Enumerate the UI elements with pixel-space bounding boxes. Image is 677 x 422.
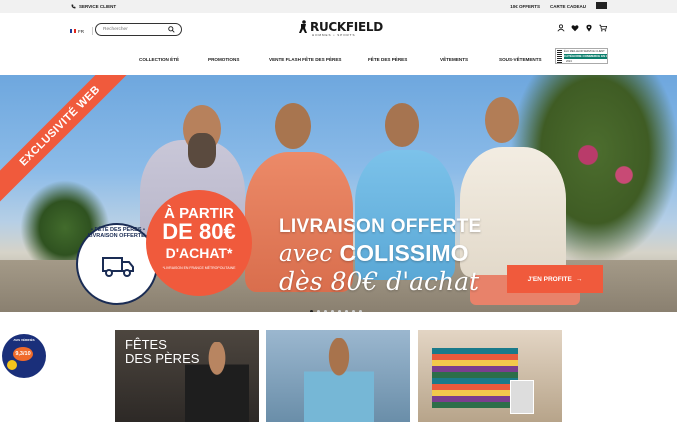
hero-headline-2a: avec [279,241,340,267]
card-1-title: FÊTES DES PÈRES [125,338,199,366]
carousel-dots [310,310,362,312]
card-1-title-line-2: DES PÈRES [125,351,200,366]
offers-link[interactable]: 10€ OFFERTS [510,4,540,9]
logo-wordmark: RUCKFIELD [310,20,383,34]
category-card-fathers-day[interactable]: FÊTES DES PÈRES [115,330,259,422]
badge-line-2: CATÉGORIE COMMERCE EN LIGNE [564,54,607,59]
offer-footnote: *LIVRAISON EN FRANCE MÉTROPOLITAINE [162,266,236,270]
hero-headline-1: LIVRAISON OFFERTE [279,216,482,237]
person-3-head [385,103,419,147]
trust-score: 9,3/10 [13,347,33,361]
carousel-dot[interactable] [345,310,348,312]
badge-line-3: 2024 [566,60,572,63]
carousel-dot[interactable] [310,310,313,312]
rugby-player-logo-icon [299,20,307,33]
nav-item-underwear[interactable]: SOUS-VÊTEMENTS [499,57,542,62]
france-flag-icon [70,29,76,33]
delivery-truck-icon [102,257,134,277]
divider [92,27,93,35]
stamp-ring-text: • FÊTE DES PÈRES • LIVRAISON OFFERTE • [87,227,149,239]
carousel-dot[interactable] [331,310,334,312]
top-bar: SERVICE CLIENT 10€ OFFERTS CARTE CADEAU [0,0,677,13]
best-service-badge: ÉLU MEILLEUR SERVICE CLIENT CATÉGORIE CO… [555,48,608,64]
hero-headline-3: dès 80€ d'achat [279,267,480,296]
hero-banner[interactable]: EXCLUSIVITÉ WEB • FÊTE DES PÈRES • LIVRA… [0,75,677,312]
carousel-dot[interactable] [359,310,362,312]
phone-icon [71,4,76,9]
card-3-product [510,380,534,414]
verified-reviews-badge[interactable]: AVIS VÉRIFIÉS 9,3/10 [2,334,46,378]
carousel-dot[interactable] [324,310,327,312]
language-selector[interactable]: FR [70,27,93,35]
person-4 [460,147,566,277]
nav-item-flash-sale[interactable]: VENTE FLASH FÊTE DES PÈRES [269,57,342,62]
category-card-accessories[interactable] [418,330,562,422]
nav-item-promotions[interactable]: PROMOTIONS [208,57,239,62]
cta-button[interactable]: J'EN PROFITE → [507,265,603,293]
card-3-photo [432,348,518,408]
customer-service-link[interactable]: SERVICE CLIENT [71,4,116,9]
offer-line-2: DE 80€ [162,219,236,244]
offer-circle: À PARTIR DE 80€ D'ACHAT* *LIVRAISON EN F… [146,190,252,296]
search-placeholder: Rechercher [103,27,128,32]
nav-item-summer-collection[interactable]: COLLECTION ÉTÉ [139,57,179,62]
arrow-right-icon: → [575,275,583,283]
store-locator-icon[interactable] [585,24,593,32]
brand-logo[interactable]: RUCKFIELD HOMMES • SPORTS [298,20,383,37]
person-1-beard [188,133,216,168]
offer-line-3: D'ACHAT* [165,245,233,261]
category-card-polo[interactable] [266,330,410,422]
logo-tagline: HOMMES • SPORTS [312,33,356,37]
badge-logo-icon [557,50,562,63]
wishlist-heart-icon[interactable] [571,24,579,32]
customer-service-label: SERVICE CLIENT [79,4,117,9]
carousel-dot[interactable] [317,310,320,312]
gift-card-link[interactable]: CARTE CADEAU [550,4,586,9]
card-2-photo [304,338,374,422]
trust-label: AVIS VÉRIFIÉS [13,338,35,342]
carousel-dot[interactable] [352,310,355,312]
cta-label: J'EN PROFITE [527,275,572,283]
nav-item-fathers-day[interactable]: FÊTE DES PÈRES [368,57,407,62]
person-4-head [485,97,519,143]
nav-item-clothing[interactable]: VÊTEMENTS [440,57,468,62]
person-2-head [275,103,311,149]
hero-headline-2b: COLISSIMO [339,240,469,266]
site-header: FR Rechercher RUCKFIELD HOMMES • SPORTS … [0,13,677,75]
search-icon[interactable] [168,26,175,33]
account-icon[interactable] [557,24,565,32]
search-input[interactable]: Rechercher [95,23,182,36]
badge-line-1: ÉLU MEILLEUR SERVICE CLIENT [564,50,605,53]
hero-headline-2: avec COLISSIMO [279,240,469,267]
cart-icon[interactable] [599,24,607,32]
card-1-title-line-1: FÊTES [125,337,167,352]
trust-seal-icon [7,360,17,370]
language-label: FR [78,28,84,34]
carousel-dot[interactable] [338,310,341,312]
account-flag-icon[interactable] [596,2,607,9]
